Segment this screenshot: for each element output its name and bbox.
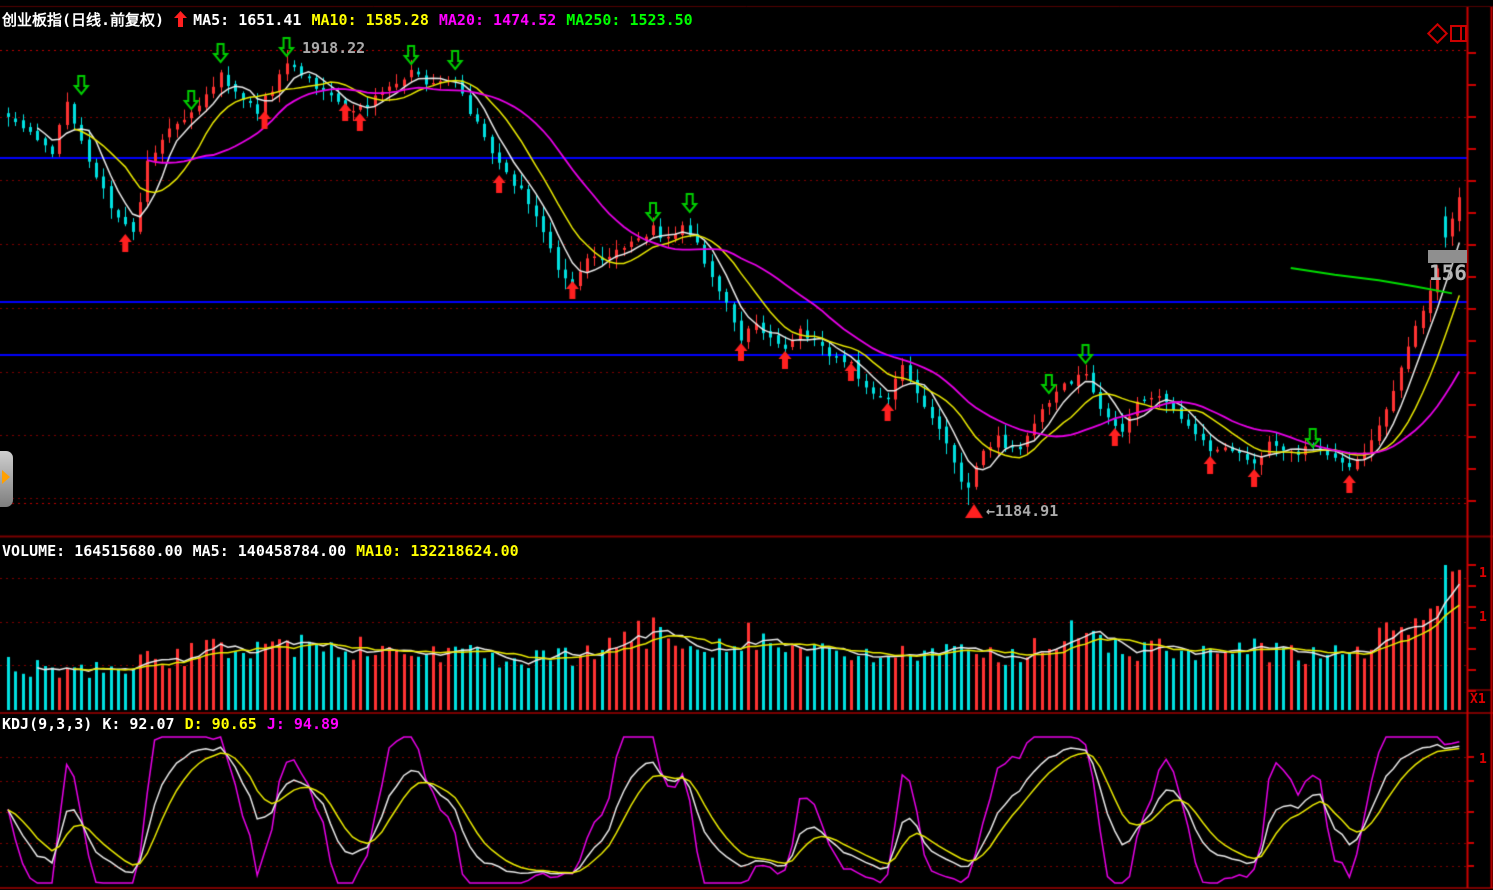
main-chart-header: 创业板指(日线.前复权) MA5: 1651.41 MA10: 1585.28 MA2…	[2, 9, 703, 30]
chart-canvas[interactable]	[0, 0, 1493, 890]
kdj-d-label: D: 90.65	[185, 715, 257, 733]
low-price-annotation: ←1184.91	[986, 502, 1058, 520]
sidebar-expand-flap[interactable]	[0, 451, 13, 507]
volume-header: VOLUME: 164515680.00 MA5: 140458784.00 MA1…	[2, 542, 529, 560]
ma10-label: MA10: 1585.28	[311, 11, 428, 29]
kdj-k-label: K: 92.07	[102, 715, 174, 733]
ma5-label: MA5: 1651.41	[193, 11, 301, 29]
expand-arrow-icon	[2, 470, 10, 484]
split-window-icon[interactable]	[1450, 25, 1467, 42]
volume-label: VOLUME: 164515680.00	[2, 542, 183, 560]
kdj-header: KDJ(9,3,3) K: 92.07 D: 90.65 J: 94.89	[2, 715, 349, 733]
split-window-icon-divider	[1460, 27, 1462, 40]
instrument-title: 创业板指(日线.前复权)	[2, 11, 164, 29]
volume-ma10-label: MA10: 132218624.00	[356, 542, 519, 560]
period-multiplier-label: X1	[1470, 692, 1486, 707]
ma250-label: MA250: 1523.50	[566, 11, 692, 29]
ma20-label: MA20: 1474.52	[439, 11, 556, 29]
volume-ma5-label: MA5: 140458784.00	[193, 542, 347, 560]
kdj-title: KDJ(9,3,3)	[2, 715, 92, 733]
vol-axis-label-2: 1	[1479, 610, 1487, 625]
kdj-axis-label: 1	[1479, 752, 1487, 767]
vol-axis-label-1: 1	[1479, 566, 1487, 581]
high-price-annotation: 1918.22	[302, 39, 365, 57]
stock-chart-app: 创业板指(日线.前复权) MA5: 1651.41 MA10: 1585.28 MA2…	[0, 0, 1493, 890]
kdj-j-label: J: 94.89	[267, 715, 339, 733]
red-up-arrow-icon	[174, 11, 187, 27]
last-price-tag: 1568	[1429, 261, 1468, 285]
